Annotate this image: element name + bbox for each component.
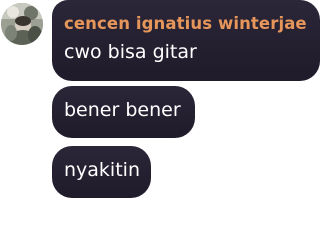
avatar-photo-icon (1, 3, 43, 45)
message-bubble-3[interactable]: nyakitin (52, 146, 151, 198)
message-text-3: nyakitin (64, 159, 140, 181)
sender-avatar[interactable] (1, 3, 43, 45)
message-bubble-2[interactable]: bener bener (52, 86, 195, 138)
sender-name[interactable]: cencen ignatius winterjae (64, 14, 308, 34)
message-text-1: cwo bisa gitar (64, 41, 197, 63)
message-text-2: bener bener (64, 99, 181, 121)
message-bubble-1[interactable]: cencen ignatius winterjae cwo bisa gitar (52, 0, 320, 81)
